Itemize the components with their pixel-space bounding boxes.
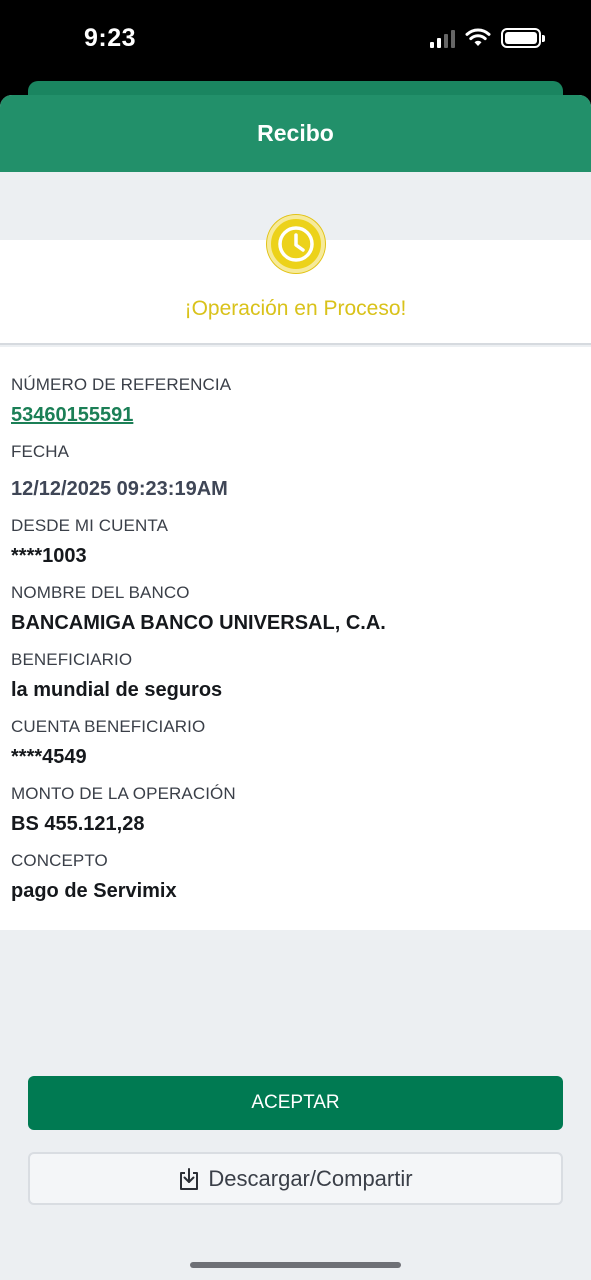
beneficiary-account-value: ****4549 — [11, 746, 87, 768]
reference-number-link[interactable]: 53460155591 — [11, 404, 133, 427]
date-label: FECHA — [11, 442, 70, 461]
receipt-details: NÚMERO DE REFERENCIA 53460155591 FECHA 1… — [0, 347, 591, 930]
concept-value: pago de Servimix — [11, 880, 177, 902]
source-account-label: DESDE MI CUENTA — [11, 516, 169, 535]
download-share-button[interactable]: Descargar/Compartir — [28, 1152, 563, 1205]
date-value: 12/12/2025 09:23:19AM — [11, 478, 228, 500]
beneficiary-account-label: CUENTA BENEFICIARIO — [11, 717, 206, 736]
download-share-label: Descargar/Compartir — [208, 1165, 413, 1191]
home-indicator[interactable] — [190, 1262, 401, 1268]
clock-icon — [267, 215, 325, 273]
reference-number-label: NÚMERO DE REFERENCIA — [11, 375, 232, 394]
accept-button[interactable]: ACEPTAR — [28, 1076, 563, 1130]
status-bar: 9:23 — [0, 0, 591, 82]
amount-label: MONTO DE LA OPERACIÓN — [11, 784, 236, 803]
bank-name-label: NOMBRE DEL BANCO — [11, 583, 190, 602]
header: Recibo — [0, 95, 591, 172]
cellular-signal-icon — [430, 28, 455, 48]
beneficiary-value: la mundial de seguros — [11, 679, 223, 701]
status-icons — [430, 28, 545, 48]
status-time: 9:23 — [84, 24, 137, 52]
wifi-icon — [465, 28, 491, 46]
amount-value: BS 455.121,28 — [11, 813, 145, 835]
status-card: ¡Operación en Proceso! — [0, 215, 591, 345]
beneficiary-label: BENEFICIARIO — [11, 650, 133, 669]
receipt-sheet: Recibo ¡Operación en Proceso! NÚMERO DE … — [0, 95, 591, 1280]
download-share-icon — [180, 1167, 199, 1190]
battery-icon — [501, 28, 545, 48]
page-title: Recibo — [257, 120, 334, 146]
concept-label: CONCEPTO — [11, 851, 108, 870]
source-account-value: ****1003 — [11, 545, 87, 567]
status-message: ¡Operación en Proceso! — [184, 297, 407, 320]
bank-name-value: BANCAMIGA BANCO UNIVERSAL, C.A. — [11, 612, 386, 634]
